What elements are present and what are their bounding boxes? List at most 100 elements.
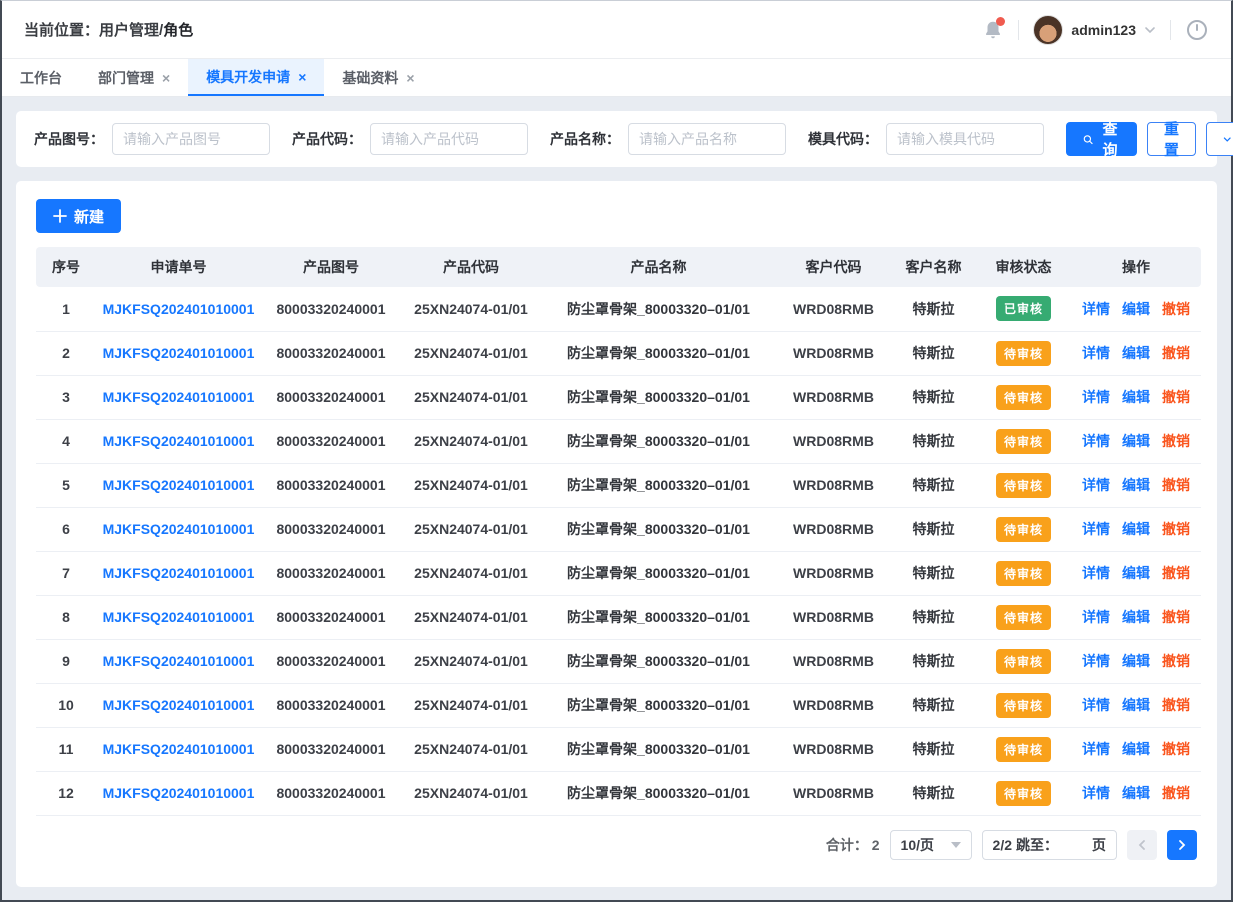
detail-action[interactable]: 详情 <box>1082 387 1110 407</box>
revoke-action[interactable]: 撤销 <box>1162 563 1190 583</box>
application-no-link[interactable]: MJKFSQ202401010001 <box>103 477 255 493</box>
drawing-no-cell: 80003320240001 <box>261 727 401 771</box>
col-application-no: 申请单号 <box>96 247 261 287</box>
application-no-link[interactable]: MJKFSQ202401010001 <box>103 433 255 449</box>
status-badge: 待审核 <box>996 385 1051 410</box>
revoke-action[interactable]: 撤销 <box>1162 299 1190 319</box>
breadcrumb-path: 用户管理/ <box>99 22 163 39</box>
data-table: 序号 申请单号 产品图号 产品代码 产品名称 客户代码 客户名称 审核状态 操作… <box>36 247 1197 816</box>
detail-action[interactable]: 详情 <box>1082 343 1110 363</box>
topbar: 当前位置：用户管理/角色 admin123 <box>2 1 1231 59</box>
notification-bell-button[interactable] <box>982 19 1004 41</box>
edit-action[interactable]: 编辑 <box>1122 519 1150 539</box>
application-no-link[interactable]: MJKFSQ202401010001 <box>103 345 255 361</box>
application-no-link[interactable]: MJKFSQ202401010001 <box>103 565 255 581</box>
edit-action[interactable]: 编辑 <box>1122 783 1150 803</box>
jump-page-input[interactable] <box>1062 834 1088 856</box>
page-size-select[interactable]: 10/页 <box>890 830 972 860</box>
row-index: 10 <box>36 683 96 727</box>
application-no-link[interactable]: MJKFSQ202401010001 <box>103 609 255 625</box>
tab-mold-application[interactable]: 模具开发申请 × <box>188 59 324 96</box>
edit-action[interactable]: 编辑 <box>1122 607 1150 627</box>
detail-action[interactable]: 详情 <box>1082 695 1110 715</box>
detail-action[interactable]: 详情 <box>1082 607 1110 627</box>
query-button[interactable]: 查询 <box>1066 122 1137 156</box>
new-button-label: 新建 <box>74 206 104 227</box>
revoke-action[interactable]: 撤销 <box>1162 739 1190 759</box>
detail-action[interactable]: 详情 <box>1082 475 1110 495</box>
edit-action[interactable]: 编辑 <box>1122 563 1150 583</box>
revoke-action[interactable]: 撤销 <box>1162 783 1190 803</box>
detail-action[interactable]: 详情 <box>1082 299 1110 319</box>
main-content: 产品图号： 产品代码： 产品名称： 模具代码： 查询 重置 <box>2 97 1231 901</box>
prev-page-button[interactable] <box>1127 830 1157 860</box>
revoke-action[interactable]: 撤销 <box>1162 519 1190 539</box>
tab-label: 部门管理 <box>98 68 154 88</box>
product-drawing-no-input[interactable] <box>112 123 270 155</box>
customer-name-cell: 特斯拉 <box>891 727 976 771</box>
status-badge: 待审核 <box>996 429 1051 454</box>
field-label: 产品代码： <box>292 129 362 149</box>
revoke-action[interactable]: 撤销 <box>1162 607 1190 627</box>
drawing-no-cell: 80003320240001 <box>261 551 401 595</box>
close-icon[interactable]: × <box>298 70 306 84</box>
avatar <box>1033 15 1063 45</box>
product-name-input[interactable] <box>628 123 786 155</box>
application-no-link[interactable]: MJKFSQ202401010001 <box>103 697 255 713</box>
mold-code-input[interactable] <box>886 123 1044 155</box>
revoke-action[interactable]: 撤销 <box>1162 475 1190 495</box>
field-product-drawing-no: 产品图号： <box>34 123 270 155</box>
table-row: 10 MJKFSQ202401010001 80003320240001 25X… <box>36 683 1201 727</box>
detail-action[interactable]: 详情 <box>1082 519 1110 539</box>
tab-workbench[interactable]: 工作台 <box>2 59 80 96</box>
detail-action[interactable]: 详情 <box>1082 783 1110 803</box>
application-no-link[interactable]: MJKFSQ202401010001 <box>103 741 255 757</box>
application-no-link[interactable]: MJKFSQ202401010001 <box>103 785 255 801</box>
edit-action[interactable]: 编辑 <box>1122 431 1150 451</box>
revoke-action[interactable]: 撤销 <box>1162 431 1190 451</box>
edit-action[interactable]: 编辑 <box>1122 387 1150 407</box>
close-icon[interactable]: × <box>406 71 414 85</box>
product-code-cell: 25XN24074-01/01 <box>401 771 541 815</box>
application-no-link[interactable]: MJKFSQ202401010001 <box>103 301 255 317</box>
reset-button[interactable]: 重置 <box>1147 122 1196 156</box>
product-code-cell: 25XN24074-01/01 <box>401 463 541 507</box>
edit-action[interactable]: 编辑 <box>1122 695 1150 715</box>
new-button[interactable]: 新建 <box>36 199 121 233</box>
user-menu[interactable]: admin123 <box>1033 15 1156 45</box>
revoke-action[interactable]: 撤销 <box>1162 387 1190 407</box>
jump-label: 跳至： <box>1016 835 1058 855</box>
table-body: 1 MJKFSQ202401010001 80003320240001 25XN… <box>36 287 1201 815</box>
tab-basic-data[interactable]: 基础资料 × <box>324 59 432 96</box>
application-no-link[interactable]: MJKFSQ202401010001 <box>103 389 255 405</box>
application-no-link[interactable]: MJKFSQ202401010001 <box>103 521 255 537</box>
revoke-action[interactable]: 撤销 <box>1162 695 1190 715</box>
detail-action[interactable]: 详情 <box>1082 431 1110 451</box>
divider <box>1018 20 1019 40</box>
customer-name-cell: 特斯拉 <box>891 463 976 507</box>
close-icon[interactable]: × <box>162 71 170 85</box>
next-page-button[interactable] <box>1167 830 1197 860</box>
status-badge: 待审核 <box>996 517 1051 542</box>
logout-power-button[interactable] <box>1185 18 1209 42</box>
page-unit: 页 <box>1092 835 1106 855</box>
product-code-input[interactable] <box>370 123 528 155</box>
expand-button[interactable]: 展开 <box>1206 122 1233 156</box>
tab-department[interactable]: 部门管理 × <box>80 59 188 96</box>
edit-action[interactable]: 编辑 <box>1122 299 1150 319</box>
revoke-action[interactable]: 撤销 <box>1162 343 1190 363</box>
edit-action[interactable]: 编辑 <box>1122 475 1150 495</box>
row-index: 4 <box>36 419 96 463</box>
detail-action[interactable]: 详情 <box>1082 563 1110 583</box>
drawing-no-cell: 80003320240001 <box>261 331 401 375</box>
field-label: 产品图号： <box>34 129 104 149</box>
application-no-link[interactable]: MJKFSQ202401010001 <box>103 653 255 669</box>
detail-action[interactable]: 详情 <box>1082 651 1110 671</box>
chevron-down-icon <box>1223 133 1231 146</box>
edit-action[interactable]: 编辑 <box>1122 739 1150 759</box>
edit-action[interactable]: 编辑 <box>1122 343 1150 363</box>
detail-action[interactable]: 详情 <box>1082 739 1110 759</box>
edit-action[interactable]: 编辑 <box>1122 651 1150 671</box>
status-badge: 待审核 <box>996 649 1051 674</box>
revoke-action[interactable]: 撤销 <box>1162 651 1190 671</box>
